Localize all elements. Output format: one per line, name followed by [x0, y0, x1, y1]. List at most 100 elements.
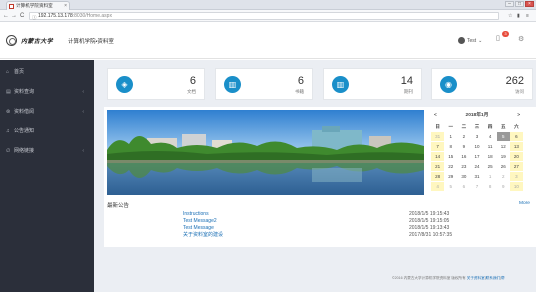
calendar-day[interactable]: 13: [509, 142, 523, 151]
calendar-day[interactable]: 2: [497, 172, 510, 181]
journal-icon: ▥: [332, 76, 349, 93]
university-logo-icon: [6, 35, 17, 46]
url-input[interactable]: ⓘ 192.175.13.178:8030/Home.aspx: [29, 12, 499, 20]
url-host: 192.175.13.178: [38, 13, 73, 19]
calendar-day[interactable]: 10: [470, 142, 483, 151]
chevron-left-icon: ‹: [82, 148, 84, 154]
calendar-day[interactable]: 1: [444, 132, 457, 141]
user-name: Test: [467, 37, 477, 44]
calendar-day[interactable]: 26: [497, 162, 510, 171]
calendar-day[interactable]: 15: [444, 152, 457, 161]
user-menu[interactable]: Test ⌄: [458, 37, 482, 44]
chevron-left-icon: ‹: [82, 89, 84, 95]
sidebar-item-label: 资料借阅: [14, 109, 35, 115]
page-info-icon[interactable]: ⓘ: [32, 14, 37, 21]
minimize-button[interactable]: –: [505, 1, 514, 7]
news-more-link[interactable]: More: [519, 201, 530, 206]
calendar-day[interactable]: 16: [457, 152, 470, 161]
footer: ©2016 内蒙古大学计算机学院资料室 版权所有 关于资料室|联系我们|帮: [392, 276, 505, 280]
browser-tab-strip: 计算机学院资料室 × – □ ×: [0, 0, 536, 10]
calendar-day[interactable]: 7: [470, 182, 483, 191]
calendar-prev-button[interactable]: <: [434, 112, 437, 120]
close-window-button[interactable]: ×: [525, 1, 534, 7]
calendar-day[interactable]: 31: [431, 132, 445, 141]
calendar-day[interactable]: 31: [470, 172, 483, 181]
calendar-day[interactable]: 7: [431, 142, 445, 151]
sidebar-item-web-links[interactable]: ∅ 网络链接 ‹: [0, 146, 94, 156]
sidebar-item-resource-borrow[interactable]: ⊜ 资料借阅 ‹: [0, 107, 94, 117]
calendar-day[interactable]: 24: [470, 162, 483, 171]
calendar-next-button[interactable]: >: [517, 112, 520, 120]
calendar-day[interactable]: 5: [444, 182, 457, 191]
stat-card-documents[interactable]: ◈ 6 文档: [107, 68, 205, 100]
weekday-label: 一: [448, 124, 453, 129]
stat-card-books[interactable]: ▥ 6 书籍: [215, 68, 313, 100]
sidebar-item-home[interactable]: ⌂ 首页: [0, 67, 94, 77]
calendar-day[interactable]: 17: [470, 152, 483, 161]
calendar-day[interactable]: 4: [431, 182, 445, 191]
calendar-day-today[interactable]: 5: [496, 132, 510, 141]
stat-label: 文档: [187, 89, 196, 94]
calendar-day[interactable]: 28: [431, 172, 445, 181]
url-path: :8030/Home.aspx: [72, 13, 112, 19]
news-date: 2018/1/5 19:15:43: [409, 211, 450, 217]
calendar-day[interactable]: 3: [470, 132, 483, 141]
news-title-link[interactable]: Test Message: [183, 225, 214, 231]
calendar-day[interactable]: 14: [431, 152, 445, 161]
footer-link-help[interactable]: 帮: [501, 276, 505, 280]
footer-copyright: ©2016 内蒙古大学计算机学院资料室 版权所有: [392, 276, 466, 280]
calendar-day[interactable]: 11: [484, 142, 497, 151]
calendar-day[interactable]: 8: [444, 142, 457, 151]
tab-close-icon[interactable]: ×: [64, 2, 67, 10]
stat-card-journals[interactable]: ▥ 14 期刊: [323, 68, 422, 100]
news-title-link[interactable]: Test Message2: [183, 218, 217, 224]
sidebar: ⌂ 首页 ▤ 资料查询 ‹ ⊜ 资料借阅 ‹ ♫ 公告通知 ∅ 网络链接 ‹: [0, 60, 94, 292]
news-title-link[interactable]: Instructions: [183, 211, 209, 217]
calendar-day[interactable]: 9: [497, 182, 510, 191]
calendar-day[interactable]: 6: [457, 182, 470, 191]
calendar-day[interactable]: 19: [497, 152, 510, 161]
calendar-day[interactable]: 27: [509, 162, 523, 171]
weekday-label: 日: [435, 124, 440, 129]
calendar-day[interactable]: 12: [497, 142, 510, 151]
browser-menu-icon[interactable]: ≡: [526, 13, 529, 19]
calendar-day[interactable]: 29: [444, 172, 457, 181]
list-icon: ▤: [6, 89, 11, 95]
calendar-day[interactable]: 4: [484, 132, 497, 141]
calendar-day[interactable]: 21: [431, 162, 445, 171]
footer-link-about[interactable]: 关于资料室: [467, 276, 485, 280]
calendar-day[interactable]: 8: [484, 182, 497, 191]
footer-link-contact[interactable]: 联系我们: [486, 276, 500, 280]
calendar-day[interactable]: 18: [484, 152, 497, 161]
stat-label: 期刊: [404, 89, 413, 94]
calendar-day[interactable]: 1: [484, 172, 497, 181]
calendar-day[interactable]: 6: [509, 132, 523, 141]
calendar-day[interactable]: 25: [484, 162, 497, 171]
extension-icon[interactable]: ▮: [517, 13, 520, 19]
sidebar-item-resource-search[interactable]: ▤ 资料查询 ‹: [0, 87, 94, 97]
calendar-day[interactable]: 9: [457, 142, 470, 151]
maximize-button[interactable]: □: [515, 1, 524, 7]
settings-gear-icon[interactable]: ⚙: [518, 35, 524, 43]
calendar-day[interactable]: 23: [457, 162, 470, 171]
calendar-day[interactable]: 2: [457, 132, 470, 141]
bookmark-star-icon[interactable]: ☆: [508, 13, 512, 19]
calendar-day[interactable]: 3: [509, 172, 523, 181]
sidebar-item-announcements[interactable]: ♫ 公告通知: [0, 126, 94, 136]
weekday-label: 五: [501, 124, 506, 129]
browser-tab[interactable]: 计算机学院资料室 ×: [6, 1, 70, 10]
news-row: Test Message2 2018/1/5 19:15:05: [107, 218, 534, 224]
borrow-icon: ⊜: [6, 109, 11, 115]
sidebar-item-label: 网络链接: [14, 148, 35, 154]
calendar-day[interactable]: 22: [444, 162, 457, 171]
calendar-day[interactable]: 10: [509, 182, 523, 191]
news-title-link[interactable]: 关于资料室的建设: [183, 232, 223, 238]
calendar-day[interactable]: 20: [509, 152, 523, 161]
calendar-day[interactable]: 30: [457, 172, 470, 181]
sidebar-item-label: 公告通知: [14, 128, 35, 134]
reload-icon[interactable]: C: [20, 12, 24, 20]
stat-card-visits[interactable]: ◉ 262 访问: [431, 68, 533, 100]
back-arrow-icon[interactable]: ←: [3, 12, 9, 20]
forward-arrow-icon[interactable]: →: [11, 12, 17, 20]
news-date: 2017/8/31 10:57:35: [409, 232, 453, 238]
